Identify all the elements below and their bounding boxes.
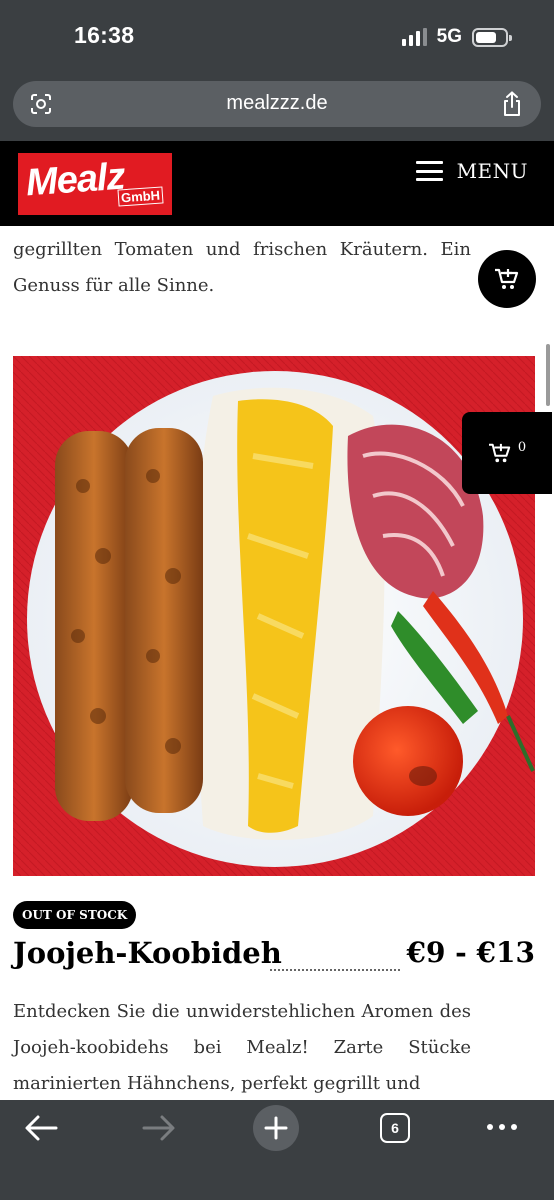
browser-bottom-bar: 6 (0, 1100, 554, 1200)
cart-count: 0 (517, 439, 527, 455)
floating-cart-button[interactable]: 0 (462, 412, 552, 494)
forward-icon[interactable] (142, 1114, 176, 1142)
cart-icon (495, 268, 519, 289)
cart-icon (488, 443, 511, 463)
tabs-icon[interactable]: 6 (380, 1113, 410, 1143)
status-time: 16:38 (74, 22, 135, 48)
menu-label[interactable]: MENU (457, 159, 528, 183)
scrollbar[interactable] (546, 344, 550, 406)
more-icon[interactable] (487, 1124, 517, 1130)
signal-icon (401, 28, 427, 46)
browser-top-bar: 16:38 5G mealzzz.de (0, 0, 554, 141)
status-indicators: 5G (401, 26, 512, 48)
add-to-cart-button[interactable] (478, 250, 536, 308)
logo-suffix: GmbH (117, 186, 164, 207)
battery-icon (472, 27, 512, 47)
share-icon[interactable] (501, 91, 523, 117)
new-tab-button[interactable] (253, 1105, 299, 1151)
back-icon[interactable] (24, 1114, 58, 1142)
new-tab-icon (264, 1116, 288, 1140)
product-title[interactable]: Joojeh-Koobideh (13, 936, 282, 970)
site-header: Mealz GmbH MENU (0, 141, 554, 226)
page-content: gegrillten Tomaten und frischen Kräutern… (0, 226, 554, 1100)
mealz-logo[interactable]: Mealz GmbH (18, 153, 172, 215)
product-description-prev: gegrillten Tomaten und frischen Kräutern… (13, 239, 471, 296)
logo-wordmark: Mealz (24, 155, 126, 205)
hamburger-icon[interactable] (415, 161, 443, 181)
dotted-leader (270, 969, 400, 971)
url-text[interactable]: mealzzz.de (13, 92, 541, 115)
stock-status-badge: OUT OF STOCK (13, 901, 137, 929)
product-description: Entdecken Sie die unwiderstehlichen Arom… (13, 1001, 471, 1094)
menu-button[interactable]: MENU (415, 159, 528, 183)
network-label: 5G (436, 26, 462, 47)
product-image[interactable] (13, 356, 535, 876)
address-bar[interactable]: mealzzz.de (13, 81, 541, 127)
product-price: €9 - €13 (406, 936, 535, 969)
